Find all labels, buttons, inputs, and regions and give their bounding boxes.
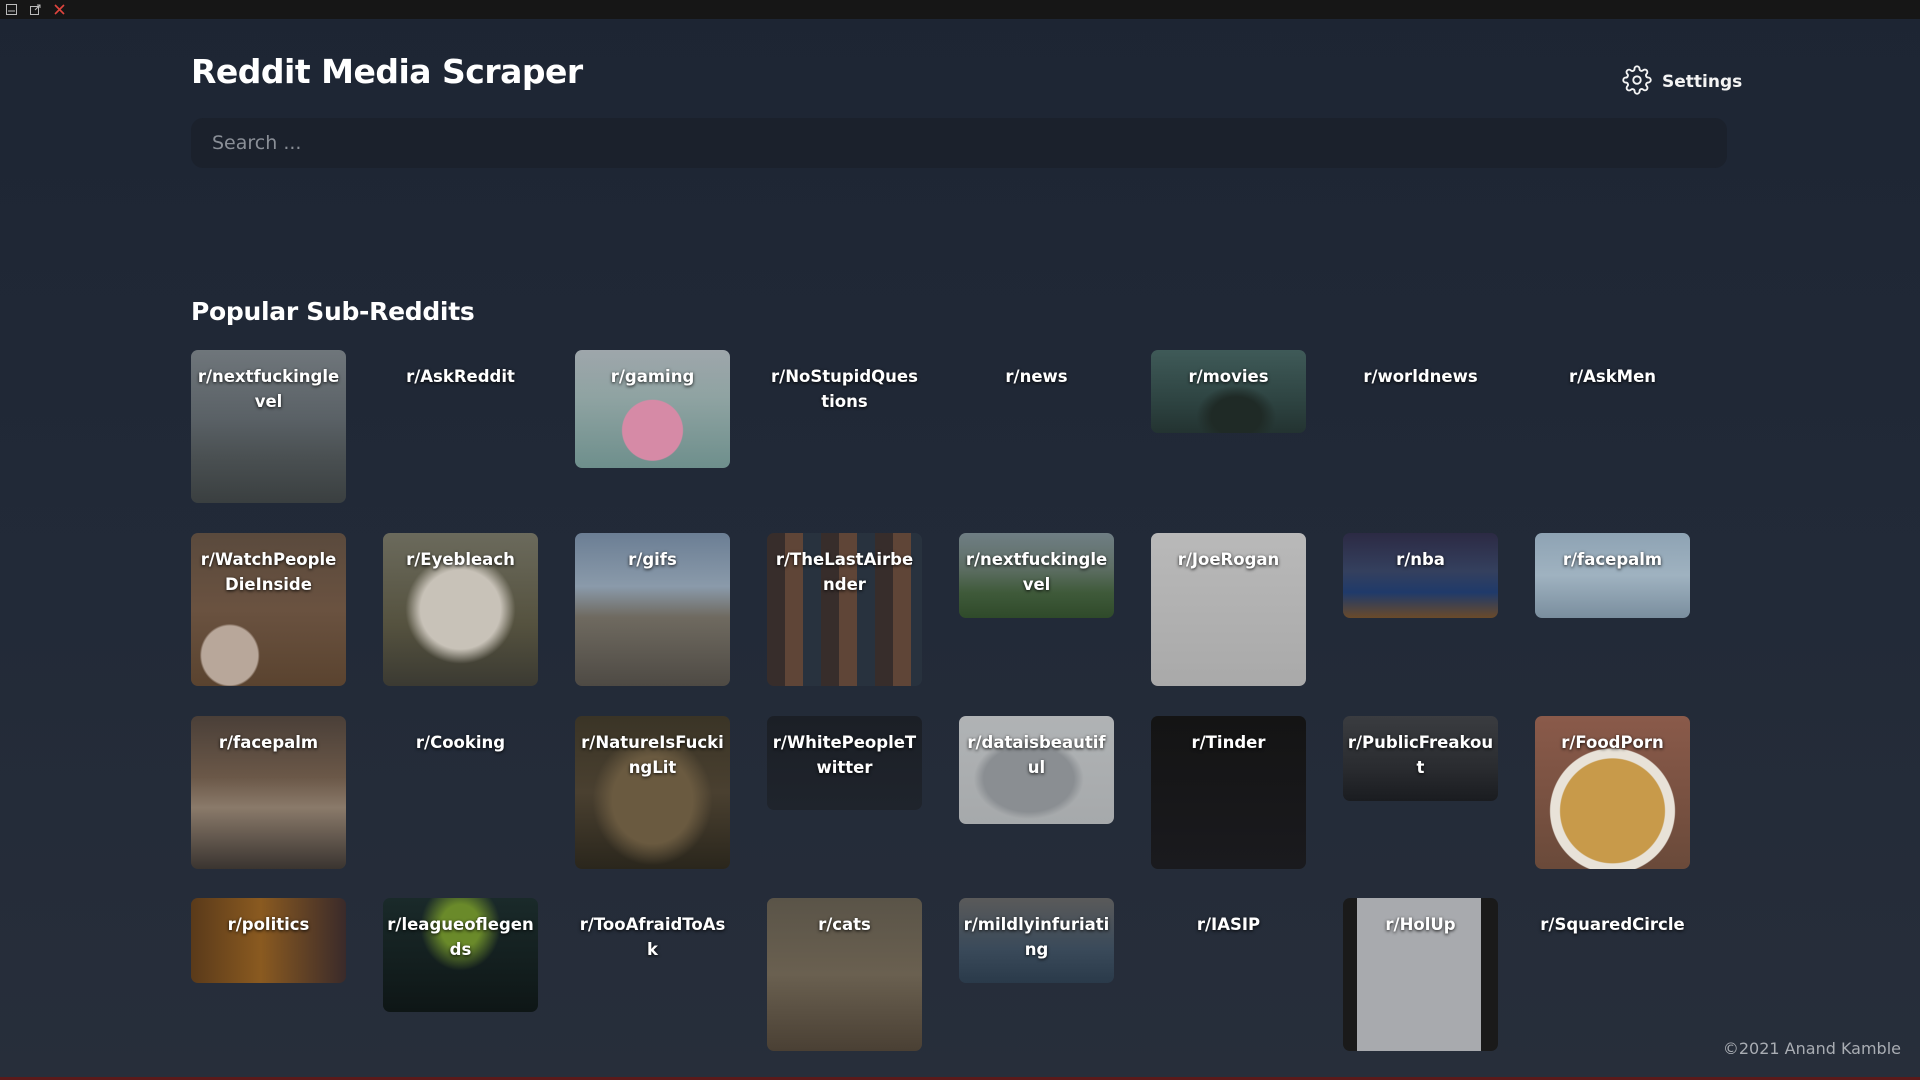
subreddit-name: r/Tinder xyxy=(1191,733,1266,752)
subreddit-name: r/NatureIsFuckingLit xyxy=(581,733,724,777)
subreddit-card[interactable]: r/PublicFreakout xyxy=(1343,716,1498,801)
footer-copyright: ©2021 Anand Kamble xyxy=(1722,1039,1901,1058)
subreddit-card[interactable]: r/gifs xyxy=(575,533,730,686)
subreddit-card[interactable]: r/NatureIsFuckingLit xyxy=(575,716,730,869)
subreddit-card[interactable]: r/AskReddit xyxy=(383,350,538,410)
thumbnail xyxy=(191,898,346,983)
subreddit-card[interactable]: r/Cooking xyxy=(383,716,538,776)
subreddit-card[interactable]: r/mildlyinfuriating xyxy=(959,898,1114,983)
subreddit-card[interactable]: r/NoStupidQuestions xyxy=(767,350,922,420)
gear-icon xyxy=(1622,65,1652,99)
popout-icon[interactable] xyxy=(28,3,42,17)
subreddit-card[interactable]: r/gaming xyxy=(575,350,730,468)
subreddit-card[interactable]: r/Tinder xyxy=(1151,716,1306,869)
subreddit-name: r/nba xyxy=(1396,550,1445,569)
subreddit-name: r/TooAfraidToAsk xyxy=(579,915,726,958)
subreddit-name: r/Eyebleach xyxy=(406,550,515,569)
subreddit-name: r/mildlyinfuriating xyxy=(963,915,1110,959)
subreddit-name: r/leagueoflegends xyxy=(387,915,534,959)
thumbnail xyxy=(1535,533,1690,618)
subreddit-card[interactable]: r/nextfuckinglevel xyxy=(959,533,1114,618)
minimize-icon[interactable] xyxy=(4,3,18,17)
subreddit-name: r/IASIP xyxy=(1196,915,1261,934)
subreddit-name: r/PublicFreakout xyxy=(1347,733,1494,777)
subreddit-name: r/WatchPeopleDieInside xyxy=(200,550,337,594)
subreddit-card[interactable]: r/WhitePeopleTwitter xyxy=(767,716,922,810)
thumbnail xyxy=(1343,533,1498,618)
subreddit-name: r/cats xyxy=(818,915,871,934)
subreddit-grid: r/nextfuckinglevel r/AskReddit r/gaming … xyxy=(191,350,1691,1051)
subreddit-name: r/TheLastAirbender xyxy=(775,550,914,594)
subreddit-name: r/HolUp xyxy=(1385,915,1456,934)
subreddit-name: r/gaming xyxy=(610,367,695,386)
subreddit-card[interactable]: r/HolUp xyxy=(1343,898,1498,1051)
subreddit-card[interactable]: r/TooAfraidToAsk xyxy=(575,898,730,958)
subreddit-name: r/facepalm xyxy=(218,733,319,752)
app-title: Reddit Media Scraper xyxy=(191,52,583,91)
subreddit-card[interactable]: r/IASIP xyxy=(1151,898,1306,958)
subreddit-card[interactable]: r/SquaredCircle xyxy=(1535,898,1690,958)
subreddit-name: r/dataisbeautiful xyxy=(967,733,1106,777)
subreddit-card[interactable]: r/facepalm xyxy=(191,716,346,869)
close-icon[interactable] xyxy=(52,3,66,17)
subreddit-card[interactable]: r/FoodPorn xyxy=(1535,716,1690,869)
subreddit-name: r/FoodPorn xyxy=(1561,733,1664,752)
subreddit-name: r/politics xyxy=(227,915,310,934)
subreddit-name: r/Cooking xyxy=(415,733,506,752)
section-title-popular: Popular Sub-Reddits xyxy=(191,297,475,326)
subreddit-card[interactable]: r/facepalm xyxy=(1535,533,1690,618)
subreddit-name: r/gifs xyxy=(628,550,677,569)
subreddit-card[interactable]: r/worldnews xyxy=(1343,350,1498,410)
subreddit-card[interactable]: r/news xyxy=(959,350,1114,410)
subreddit-card[interactable]: r/JoeRogan xyxy=(1151,533,1306,686)
subreddit-card[interactable]: r/nba xyxy=(1343,533,1498,618)
subreddit-name: r/nextfuckinglevel xyxy=(965,550,1108,594)
subreddit-card[interactable]: r/nextfuckinglevel xyxy=(191,350,346,503)
subreddit-name: r/JoeRogan xyxy=(1177,550,1280,569)
subreddit-card[interactable]: r/dataisbeautiful xyxy=(959,716,1114,824)
subreddit-card[interactable]: r/leagueoflegends xyxy=(383,898,538,1012)
subreddit-card[interactable]: r/AskMen xyxy=(1535,350,1690,410)
subreddit-name: r/worldnews xyxy=(1363,367,1478,386)
subreddit-card[interactable]: r/TheLastAirbender xyxy=(767,533,922,686)
subreddit-name: r/AskReddit xyxy=(406,367,515,386)
subreddit-card[interactable]: r/politics xyxy=(191,898,346,983)
subreddit-name: r/NoStupidQuestions xyxy=(771,367,918,411)
subreddit-name: r/AskMen xyxy=(1568,367,1657,386)
subreddit-name: r/WhitePeopleTwitter xyxy=(772,733,917,777)
settings-label: Settings xyxy=(1662,72,1743,92)
subreddit-name: r/nextfuckinglevel xyxy=(197,367,340,411)
subreddit-card[interactable]: r/WatchPeopleDieInside xyxy=(191,533,346,686)
subreddit-name: r/SquaredCircle xyxy=(1540,915,1685,934)
subreddit-name: r/news xyxy=(1005,367,1068,386)
subreddit-card[interactable]: r/cats xyxy=(767,898,922,1051)
subreddit-card[interactable]: r/movies xyxy=(1151,350,1306,433)
subreddit-card[interactable]: r/Eyebleach xyxy=(383,533,538,686)
thumbnail xyxy=(1151,350,1306,433)
settings-button[interactable]: Settings xyxy=(1622,62,1742,102)
subreddit-name: r/facepalm xyxy=(1562,550,1663,569)
window-titlebar xyxy=(0,0,1920,19)
subreddit-name: r/movies xyxy=(1188,367,1269,386)
search-input[interactable] xyxy=(191,118,1727,168)
